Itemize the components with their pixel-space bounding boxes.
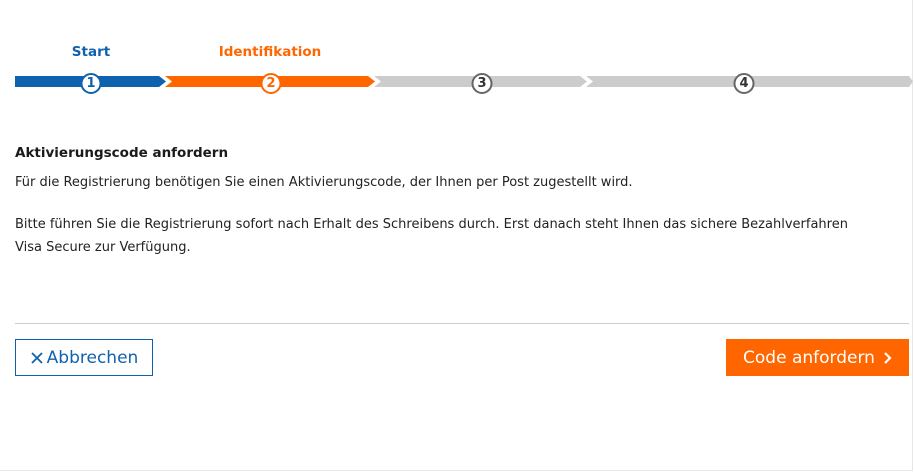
request-code-button[interactable]: Code anfordern (726, 339, 909, 376)
step-circle-2: 2 (260, 73, 282, 94)
chevron-right-icon (883, 351, 892, 365)
step-circle-1: 1 (80, 73, 102, 94)
info-paragraph-1: Für die Registrierung benötigen Sie eine… (15, 175, 633, 190)
step-label-identifikation: Identifikation (218, 44, 322, 60)
close-icon (30, 351, 44, 365)
divider (15, 323, 909, 324)
progress-stepper: Start Identifikation 1 2 3 4 (15, 40, 913, 96)
step-circle-3: 3 (471, 73, 493, 94)
step-label-start: Start (71, 44, 111, 60)
request-code-button-label: Code anfordern (743, 347, 875, 368)
cancel-button-label: Abbrechen (46, 347, 139, 368)
progress-track (15, 76, 913, 87)
step-circle-4: 4 (733, 73, 755, 94)
cancel-button[interactable]: Abbrechen (15, 339, 153, 376)
info-paragraph-2: Bitte führen Sie die Registrierung sofor… (15, 217, 848, 255)
section-title: Aktivierungscode anfordern (15, 145, 229, 161)
